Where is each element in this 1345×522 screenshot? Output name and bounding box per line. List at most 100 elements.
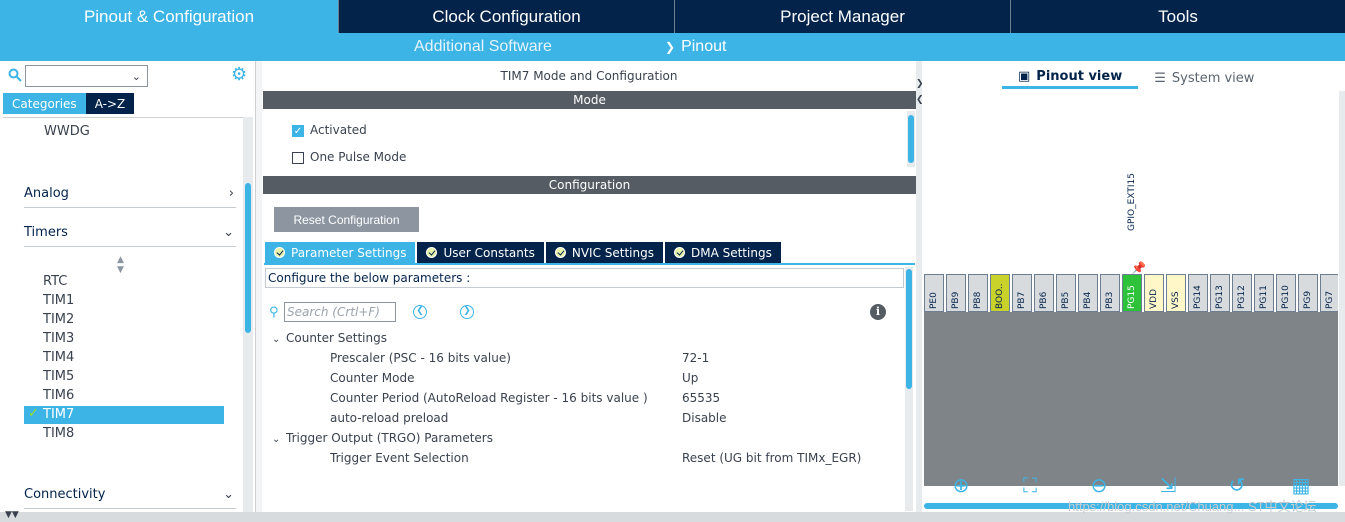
list-item-wwdg[interactable]: WWDG [44,124,90,139]
pin-pb6[interactable]: PB6 [1034,274,1054,312]
tab-categories[interactable]: Categories [3,93,86,114]
list-item-tim4[interactable]: TIM4 [43,350,74,365]
tab-user-constants[interactable]: User Constants [417,242,544,263]
tab-project-manager[interactable]: Project Manager [675,0,1011,33]
reset-configuration-button[interactable]: Reset Configuration [274,207,419,232]
pin-pb8[interactable]: PB8 [968,274,988,312]
left-scrollbar[interactable] [243,117,253,513]
section-label: Trigger Output (TRGO) Parameters [286,431,493,445]
pin-boot0[interactable]: BOO.. [990,274,1010,312]
gear-icon[interactable]: ⚙ [231,66,249,84]
pinout-menu-button[interactable]: ❯ Pinout [665,38,726,56]
pin-pb9[interactable]: PB9 [946,274,966,312]
collapse-down-icon[interactable]: ▼▼ [5,510,19,520]
group-timers[interactable]: Timers ⌄ [24,225,236,247]
pin-label: PG12 [1237,285,1247,309]
param-name: Counter Period (AutoReload Register - 16… [330,391,648,405]
pin-pg9[interactable]: PG9 [1298,274,1318,312]
pin-pg10[interactable]: PG10 [1276,274,1296,312]
pin-pg7[interactable]: PG7 [1320,274,1338,312]
group-analog[interactable]: Analog › [24,186,236,208]
list-icon: ☰ [1154,70,1166,86]
pin-label: PG13 [1215,285,1225,309]
list-item-tim8[interactable]: TIM8 [43,426,74,441]
sort-arrows-icon[interactable]: ▲ ▼ [117,255,124,275]
pin-pb5[interactable]: PB5 [1056,274,1076,312]
scroll-thumb[interactable] [906,269,912,389]
parameter-search-input[interactable]: ⚲ Search (Crtl+F) [269,302,396,322]
tab-pinout-configuration[interactable]: Pinout & Configuration [0,0,339,33]
category-tabs: Categories A->Z [3,93,135,114]
pin-pe0[interactable]: PE0 [924,274,944,312]
pin-label: PE0 [929,292,939,309]
group-label: Connectivity [24,487,106,502]
list-item-tim3[interactable]: TIM3 [43,331,74,346]
pin-pg12[interactable]: PG12 [1232,274,1252,312]
right-scrollbar[interactable] [1339,91,1345,486]
group-connectivity[interactable]: Connectivity ⌄ [24,487,236,509]
tab-pinout-view[interactable]: ▣ Pinout view [1002,67,1139,89]
mode-configuration-panel: TIM7 Mode and Configuration Mode ✓ Activ… [262,61,916,516]
search-icon[interactable] [8,68,22,82]
param-value[interactable]: 72-1 [682,351,709,365]
fit-screen-icon[interactable]: ⛶ [1019,474,1041,496]
chevron-down-icon: ⌄ [223,487,234,502]
search-combo[interactable]: ⌄ [25,65,148,87]
previous-icon[interactable]: ❮ [413,305,427,319]
pin-label: BOO.. [995,283,1005,309]
rotate-icon[interactable]: ↺ [1226,474,1248,496]
list-item-tim2[interactable]: TIM2 [43,312,74,327]
tab-dma-settings[interactable]: DMA Settings [664,242,781,263]
chip-canvas[interactable]: GPIO_EXTI15 📌 PE0 PB9 PB8 BOO.. PB7 PB6 … [924,91,1338,486]
tab-system-view[interactable]: ☰ System view [1138,67,1270,89]
zoom-out-icon[interactable]: ⊖ [1088,474,1110,496]
scroll-thumb[interactable] [908,115,914,163]
param-value[interactable]: Up [682,371,698,385]
one-pulse-checkbox[interactable] [292,152,304,164]
chevron-down-icon: ⌄ [272,434,281,445]
pin-pg15[interactable]: PG15 [1122,274,1142,312]
mode-scrollbar[interactable] [907,111,915,167]
watermark-text: https://blog.csdn.net/Chuang... ST中文论坛 [1068,499,1317,514]
list-item-tim5[interactable]: TIM5 [43,369,74,384]
parameter-tabs: Parameter Settings User Constants NVIC S… [265,242,783,263]
chevron-down-icon: ⌄ [272,334,281,345]
check-circle-icon [673,247,685,258]
additional-software-button[interactable]: Additional Software [414,38,552,56]
pin-pb4[interactable]: PB4 [1078,274,1098,312]
parameter-scrollbar[interactable] [905,267,913,511]
param-name: Prescaler (PSC - 16 bits value) [330,351,511,365]
zoom-in-icon[interactable]: ⊕ [950,474,972,496]
list-item-tim1[interactable]: TIM1 [43,293,74,308]
pin-vdd[interactable]: VDD [1144,274,1164,312]
list-item-tim6[interactable]: TIM6 [43,388,74,403]
grid-icon[interactable]: ▦ [1290,474,1312,496]
param-value[interactable]: Disable [682,411,727,425]
pin-pg14[interactable]: PG14 [1188,274,1208,312]
trigger-output-section[interactable]: ⌄ Trigger Output (TRGO) Parameters [272,431,493,445]
tab-nvic-settings[interactable]: NVIC Settings [545,242,663,263]
export-icon[interactable]: ⇲ [1157,474,1179,496]
pin-pg11[interactable]: PG11 [1254,274,1274,312]
tab-tools[interactable]: Tools [1011,0,1345,33]
pin-vss[interactable]: VSS [1166,274,1186,312]
pin-label: PG7 [1325,290,1335,309]
pushpin-icon: 📌 [1131,261,1146,275]
info-icon[interactable]: i [870,304,886,320]
tab-clock-configuration[interactable]: Clock Configuration [339,0,675,33]
activated-checkbox[interactable]: ✓ [292,125,304,137]
pin-pg13[interactable]: PG13 [1210,274,1230,312]
param-value[interactable]: 65535 [682,391,720,405]
tab-label: NVIC Settings [571,245,654,260]
next-icon[interactable]: ❯ [460,305,474,319]
pin-pb3[interactable]: PB3 [1100,274,1120,312]
search-icon: ⚲ [269,305,279,320]
list-item-tim7-selected[interactable]: ✓ TIM7 [24,406,224,424]
scroll-thumb[interactable] [245,183,251,333]
tab-parameter-settings[interactable]: Parameter Settings [265,242,416,263]
param-value[interactable]: Reset (UG bit from TIMx_EGR) [682,451,861,465]
list-item-rtc[interactable]: RTC [43,274,67,289]
counter-settings-section[interactable]: ⌄ Counter Settings [272,331,387,345]
pin-pb7[interactable]: PB7 [1012,274,1032,312]
tab-a-z[interactable]: A->Z [85,93,135,114]
